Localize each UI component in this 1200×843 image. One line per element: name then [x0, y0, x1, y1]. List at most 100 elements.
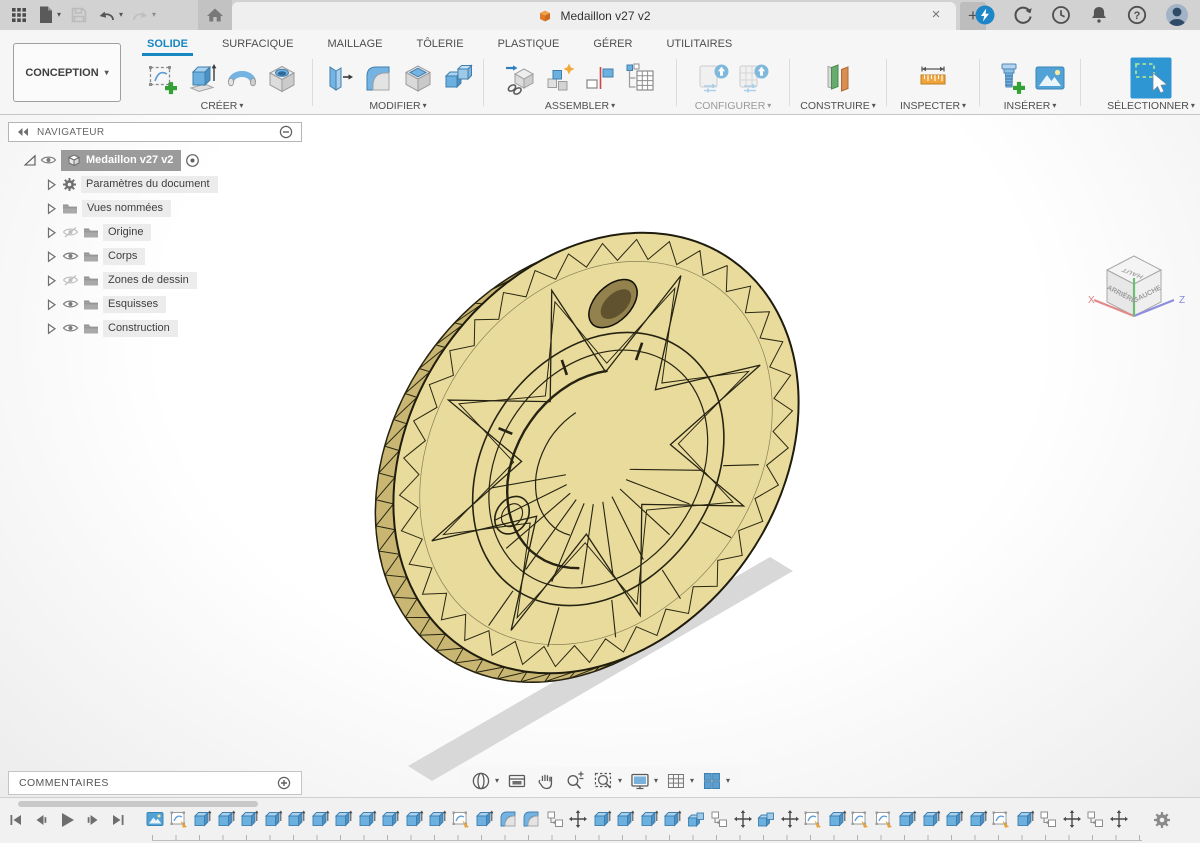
tab-surfacique[interactable]: SURFACIQUE — [219, 36, 297, 52]
grid-display-button[interactable]: ▾ — [665, 770, 694, 792]
navigator-row-zones-de-dessin[interactable]: Zones de dessin — [8, 268, 318, 292]
orbit-button[interactable]: ▾ — [470, 770, 499, 792]
chevron-down-icon[interactable]: ▾ — [690, 777, 694, 785]
tree-node[interactable]: Zones de dessin — [103, 272, 197, 289]
visibility-off-icon[interactable] — [62, 225, 79, 239]
bom-table-icon[interactable] — [623, 61, 657, 95]
document-tab[interactable]: Medaillon v27 v2 × — [232, 2, 956, 30]
move-feature[interactable] — [1062, 809, 1082, 829]
insert-derive-icon[interactable] — [503, 61, 537, 95]
tree-node[interactable]: Paramètres du document — [81, 176, 218, 193]
extensions-button[interactable] — [972, 0, 998, 30]
workspace-selector[interactable]: CONCEPTION ▾ — [13, 43, 121, 102]
visibility-on-icon[interactable] — [62, 297, 79, 311]
expander-icon[interactable] — [44, 321, 58, 336]
navigator-row-corps[interactable]: Corps — [8, 244, 318, 268]
combine-icon[interactable] — [441, 61, 475, 95]
clock-button[interactable] — [1048, 0, 1074, 30]
chevron-down-icon[interactable]: ▾ — [495, 777, 499, 785]
joint-icon[interactable] — [583, 61, 617, 95]
close-tab-icon[interactable]: × — [926, 5, 946, 25]
move-feature[interactable] — [1109, 809, 1129, 829]
configuration-table-icon[interactable] — [736, 61, 770, 95]
canvas-feature[interactable] — [145, 809, 165, 829]
expander-icon[interactable] — [22, 153, 36, 167]
extrude-feature[interactable] — [639, 809, 659, 829]
tree-node[interactable]: Corps — [103, 248, 145, 265]
hole-icon[interactable] — [265, 61, 299, 95]
expander-icon[interactable] — [44, 225, 58, 240]
extrude-feature[interactable] — [827, 809, 847, 829]
navigator-row-construction[interactable]: Construction — [8, 316, 318, 340]
copy-feature[interactable] — [545, 809, 565, 829]
extrude-feature[interactable] — [380, 809, 400, 829]
group-dropdown-construire[interactable]: CONSTRUIRE▾ — [800, 100, 875, 112]
extrude-feature[interactable] — [286, 809, 306, 829]
visibility-on-icon[interactable] — [62, 249, 79, 263]
new-component-icon[interactable] — [543, 61, 577, 95]
minus-circle-icon[interactable] — [279, 125, 293, 139]
insert-canvas-icon[interactable] — [1033, 61, 1067, 95]
navigator-row-medaillon-v27-v2[interactable]: Medaillon v27 v2 — [8, 148, 318, 172]
go-to-end-button[interactable] — [110, 812, 126, 828]
avatar-button[interactable] — [1162, 0, 1192, 30]
fillet-feature[interactable] — [498, 809, 518, 829]
sketch-feature[interactable] — [874, 809, 894, 829]
chevron-down-icon[interactable]: ▾ — [618, 777, 622, 785]
extrude-feature[interactable] — [968, 809, 988, 829]
copy-feature[interactable] — [1085, 809, 1105, 829]
combine-feature[interactable] — [756, 809, 776, 829]
tab-plastique[interactable]: PLASTIQUE — [495, 36, 563, 52]
help-button[interactable]: ? — [1124, 0, 1150, 30]
copy-feature[interactable] — [1038, 809, 1058, 829]
activate-component-icon[interactable] — [185, 153, 200, 168]
tree-node[interactable]: Vues nommées — [82, 200, 171, 217]
extrude-feature[interactable] — [310, 809, 330, 829]
play-button[interactable] — [58, 811, 76, 829]
extrude-feature[interactable] — [944, 809, 964, 829]
tab-utilitaires[interactable]: UTILITAIRES — [663, 36, 735, 52]
navigator-row-origine[interactable]: Origine — [8, 220, 318, 244]
navigator-row-vues-nommees[interactable]: Vues nommées — [8, 196, 318, 220]
job-status-button[interactable] — [1010, 0, 1036, 30]
group-dropdown-configurer[interactable]: CONFIGURER▾ — [695, 100, 772, 112]
navigator-row-parametres-du-document[interactable]: Paramètres du document — [8, 172, 318, 196]
sketch-feature[interactable] — [850, 809, 870, 829]
tree-node[interactable]: Origine — [103, 224, 151, 241]
app-grid-button[interactable] — [6, 0, 32, 30]
extrude-feature[interactable] — [1015, 809, 1035, 829]
extrude-feature[interactable] — [662, 809, 682, 829]
extrude-icon[interactable] — [185, 61, 219, 95]
chevron-down-icon[interactable]: ▾ — [654, 777, 658, 785]
notifications-button[interactable] — [1086, 0, 1112, 30]
expander-icon[interactable] — [44, 201, 58, 216]
sketch-feature[interactable] — [991, 809, 1011, 829]
view-cube[interactable]: HAUT ARRIÈRE GAUCHE X Z — [1082, 246, 1192, 346]
timeline-settings-gear-icon[interactable] — [1152, 810, 1172, 830]
home-button[interactable] — [198, 0, 232, 30]
combine-feature[interactable] — [686, 809, 706, 829]
pan-button[interactable] — [535, 770, 557, 792]
expander-icon[interactable] — [44, 297, 58, 312]
save-button[interactable] — [66, 0, 92, 30]
construction-plane-icon[interactable] — [821, 61, 855, 95]
expander-icon[interactable] — [44, 249, 58, 264]
group-dropdown-assembler[interactable]: ASSEMBLER▾ — [545, 100, 615, 112]
visibility-on-icon[interactable] — [40, 153, 57, 167]
tree-node[interactable]: Esquisses — [103, 296, 166, 313]
sketch-feature[interactable] — [803, 809, 823, 829]
group-dropdown-inspecter[interactable]: INSPECTER▾ — [900, 100, 966, 112]
expander-icon[interactable] — [44, 273, 58, 288]
extrude-feature[interactable] — [263, 809, 283, 829]
add-comment-icon[interactable] — [277, 776, 291, 790]
navigator-row-esquisses[interactable]: Esquisses — [8, 292, 318, 316]
group-dropdown-inserer[interactable]: INSÉRER▾ — [1004, 100, 1057, 112]
fillet-icon[interactable] — [361, 61, 395, 95]
visibility-off-icon[interactable] — [62, 273, 79, 287]
insert-fastener-icon[interactable] — [993, 61, 1027, 95]
step-forward-button[interactable] — [85, 812, 101, 828]
extrude-feature[interactable] — [192, 809, 212, 829]
display-settings-button[interactable]: ▾ — [629, 770, 658, 792]
extrude-feature[interactable] — [357, 809, 377, 829]
move-feature[interactable] — [780, 809, 800, 829]
